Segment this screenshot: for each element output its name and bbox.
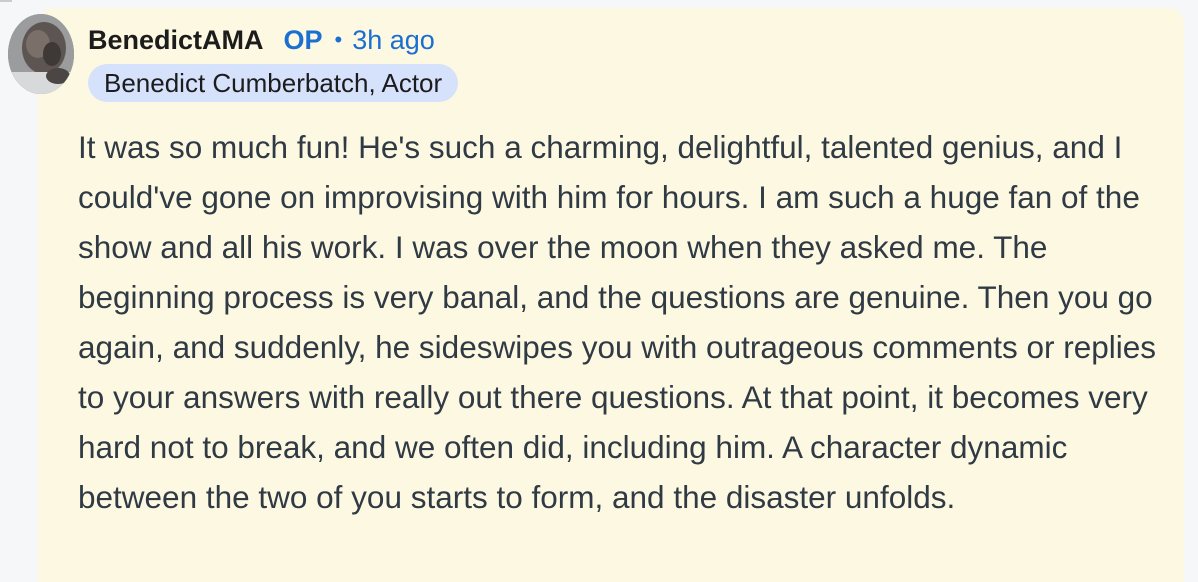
comment-timestamp[interactable]: 3h ago <box>352 25 435 56</box>
op-badge: OP <box>283 24 323 55</box>
comment-body: It was so much fun! He's such a charming… <box>78 129 1157 515</box>
user-avatar[interactable] <box>8 14 74 94</box>
avatar-icon <box>8 14 74 94</box>
comment-thread: BenedictAMA OP • 3h ago Benedict Cumberb… <box>0 0 1198 582</box>
meta-separator: • <box>334 27 343 52</box>
comment-header: BenedictAMA OP • 3h ago <box>88 22 435 58</box>
user-flair: Benedict Cumberbatch, Actor <box>88 64 459 102</box>
author-username[interactable]: BenedictAMA <box>88 25 264 56</box>
